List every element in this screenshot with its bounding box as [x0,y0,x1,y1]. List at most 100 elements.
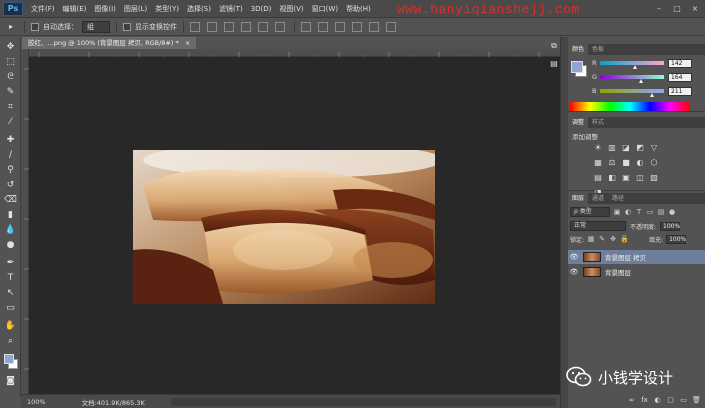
link-layers-icon[interactable]: ∞ [627,396,636,405]
color-balance-icon[interactable]: ⚖ [606,158,618,168]
tab-styles[interactable]: 样式 [588,117,608,128]
document-info[interactable]: 文档:401.9K/865.3K [82,397,145,407]
document-image[interactable] [133,150,435,304]
path-select-tool-icon[interactable]: ↖ [3,287,18,300]
distribute-vcenter-icon[interactable] [318,21,328,32]
color-spectrum-bar[interactable] [570,102,690,111]
show-transform-checkbox[interactable] [123,22,131,31]
auto-select-dropdown[interactable]: 组 [82,20,110,33]
foreground-color-swatch[interactable] [4,354,14,364]
menu-view[interactable]: 视图(V) [275,4,307,14]
lasso-tool-icon[interactable]: ᘓ [3,71,18,84]
tab-layers[interactable]: 图层 [568,193,589,204]
levels-icon[interactable]: ▥ [606,143,618,153]
maximize-button[interactable]: □ [671,3,683,14]
posterize-icon[interactable]: ▣ [620,173,632,183]
brightness-contrast-icon[interactable]: ☀ [592,143,604,153]
trash-icon[interactable]: 🗑 [692,396,701,405]
tab-adjustments[interactable]: 调整 [568,117,589,128]
panel-foreground-swatch[interactable] [571,61,583,73]
shape-tool-icon[interactable]: ▭ [3,302,18,315]
tab-paths[interactable]: 路径 [608,193,628,204]
close-button[interactable]: × [689,3,701,14]
document-tab[interactable]: 胶红、...png @ 100% (背景图层 拷贝, RGB/8#) * × [22,37,197,49]
menu-edit[interactable]: 编辑(E) [59,4,91,14]
align-vcenter-icon[interactable] [207,21,217,32]
blend-mode-dropdown[interactable]: 正常 [570,221,626,231]
invert-icon[interactable]: ◧ [606,173,618,183]
exposure-icon[interactable]: ◩ [634,143,646,153]
visibility-eye-icon[interactable]: 👁 [568,253,580,261]
gradient-map-icon[interactable]: ▨ [648,173,660,183]
document-close-icon[interactable]: × [185,39,190,47]
green-slider[interactable] [600,75,664,83]
layer-style-icon[interactable]: fx [640,396,649,405]
tab-swatches[interactable]: 色板 [588,44,608,55]
lock-position-icon[interactable]: ✥ [609,235,617,243]
horizontal-scrollbar[interactable] [171,398,556,406]
zoom-level[interactable]: 100% [27,398,46,406]
green-value-input[interactable]: 164 [668,72,692,82]
distribute-hcenter-icon[interactable] [369,21,379,32]
zoom-tool-icon[interactable]: ⌕ [3,335,18,348]
distribute-right-icon[interactable] [386,21,396,32]
quick-select-tool-icon[interactable]: ✎ [3,86,18,99]
hue-saturation-icon[interactable]: ▦ [592,158,604,168]
hand-tool-icon[interactable]: ✋ [3,320,18,333]
tab-channels[interactable]: 通道 [588,193,608,204]
move-tool-icon[interactable]: ✥ [3,41,18,54]
type-tool-icon[interactable]: T [3,272,18,285]
brush-tool-icon[interactable]: ∕ [3,149,18,162]
tab-color[interactable]: 颜色 [568,44,589,55]
menu-layer[interactable]: 图层(L) [120,4,151,14]
eraser-tool-icon[interactable]: ⌫ [3,194,18,207]
properties-panel-icon[interactable]: ▤ [548,58,560,70]
align-bottom-icon[interactable] [224,21,234,32]
photo-filter-icon[interactable]: ◐ [634,158,646,168]
menu-help[interactable]: 帮助(H) [342,4,375,14]
red-value-input[interactable]: 142 [668,58,692,68]
menu-image[interactable]: 图像(I) [90,4,120,14]
filter-toggle-icon[interactable]: ● [668,208,676,216]
menu-type[interactable]: 类型(Y) [151,4,183,14]
filter-pixel-icon[interactable]: ▣ [613,208,621,216]
dodge-tool-icon[interactable]: ● [3,239,18,252]
filter-type-icon[interactable]: T [635,208,643,216]
channel-mixer-icon[interactable]: ⬡ [648,158,660,168]
layer-mask-icon[interactable]: ▢ [666,396,675,405]
layer-filter-dropdown[interactable]: ρ 类型 [570,207,610,217]
quick-mask-icon[interactable]: ◙ [3,375,18,388]
align-left-icon[interactable] [241,21,251,32]
gradient-tool-icon[interactable]: ▮ [3,209,18,222]
curves-icon[interactable]: ◪ [620,143,632,153]
crop-tool-icon[interactable]: ⌗ [3,101,18,114]
menu-3d[interactable]: 3D(D) [247,5,276,13]
menu-filter[interactable]: 滤镜(T) [215,4,247,14]
blue-value-input[interactable]: 211 [668,86,692,96]
clone-stamp-tool-icon[interactable]: ⚲ [3,164,18,177]
lock-all-icon[interactable]: 🔒 [620,235,629,243]
auto-select-checkbox[interactable] [31,22,39,31]
align-hcenter-icon[interactable] [258,21,268,32]
minimize-button[interactable]: – [653,3,665,14]
layer-row-background-copy[interactable]: 👁 背景图层 拷贝 [568,250,705,264]
opacity-input[interactable]: 100% [660,221,680,231]
filter-shape-icon[interactable]: ▭ [646,208,654,216]
blue-slider-thumb[interactable] [650,93,655,97]
distribute-bottom-icon[interactable] [335,21,345,32]
blue-slider[interactable] [600,89,664,97]
history-panel-icon[interactable]: ⧉ [548,40,560,52]
move-tool-preset-icon[interactable]: ▸ [4,21,18,33]
distribute-left-icon[interactable] [352,21,362,32]
blur-tool-icon[interactable]: 💧 [3,224,18,237]
menu-file[interactable]: 文件(F) [27,4,59,14]
align-top-icon[interactable] [190,21,200,32]
black-white-icon[interactable]: ■ [620,158,632,168]
history-brush-tool-icon[interactable]: ↺ [3,179,18,192]
distribute-top-icon[interactable] [301,21,311,32]
threshold-icon[interactable]: ◫ [634,173,646,183]
new-layer-icon[interactable]: ▭ [679,396,688,405]
green-slider-thumb[interactable] [638,79,643,83]
marquee-tool-icon[interactable]: ⬚ [3,56,18,69]
color-lookup-icon[interactable]: ▤ [592,173,604,183]
